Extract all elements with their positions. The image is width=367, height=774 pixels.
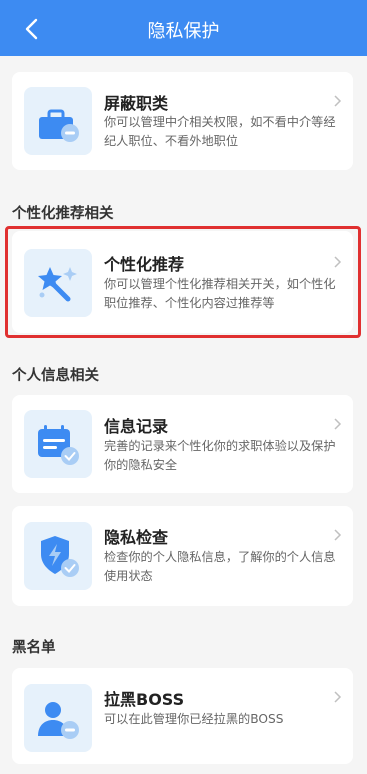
card-title: 屏蔽职类 — [104, 94, 169, 113]
privacy-check-card[interactable]: 隐私检查 检查你的个人隐私信息，了解你的个人信息使用状态 — [12, 506, 353, 606]
top-bar: 隐私保护 — [0, 0, 367, 56]
chevron-right-icon — [334, 529, 342, 541]
page-title: 隐私保护 — [147, 21, 220, 42]
section-title-blacklist: 黑名单 — [12, 640, 56, 656]
chevron-right-icon — [334, 418, 342, 430]
section-title-personalized: 个性化推荐相关 — [12, 206, 114, 222]
highlight-frame — [5, 226, 361, 338]
chevron-right-icon — [334, 95, 342, 107]
card-description: 你可以管理中介相关权限，如不看中介等经纪人职位、不看外地职位 — [104, 115, 336, 148]
shield-lightning-icon — [24, 522, 92, 590]
card-title: 信息记录 — [104, 417, 169, 436]
section-title-personal-info: 个人信息相关 — [12, 368, 99, 384]
card-description: 可以在此管理你已经拉黑的BOSS — [104, 712, 284, 726]
calendar-check-icon — [24, 410, 92, 478]
block-boss-card[interactable]: 拉黑BOSS 可以在此管理你已经拉黑的BOSS — [12, 668, 353, 764]
card-description: 检查你的个人隐私信息，了解你的个人信息使用状态 — [104, 550, 336, 583]
card-title: 隐私检查 — [104, 528, 169, 547]
user-block-icon — [24, 684, 92, 752]
block-job-categories-card[interactable]: 屏蔽职类 你可以管理中介相关权限，如不看中介等经纪人职位、不看外地职位 — [12, 72, 353, 170]
info-record-card[interactable]: 信息记录 完善的记录来个性化你的求职体验以及保护你的隐私安全 — [12, 395, 353, 493]
card-description: 完善的记录来个性化你的求职体验以及保护你的隐私安全 — [104, 439, 336, 472]
chevron-right-icon — [334, 691, 342, 703]
briefcase-icon — [24, 87, 92, 155]
card-title: 拉黑BOSS — [104, 690, 185, 709]
